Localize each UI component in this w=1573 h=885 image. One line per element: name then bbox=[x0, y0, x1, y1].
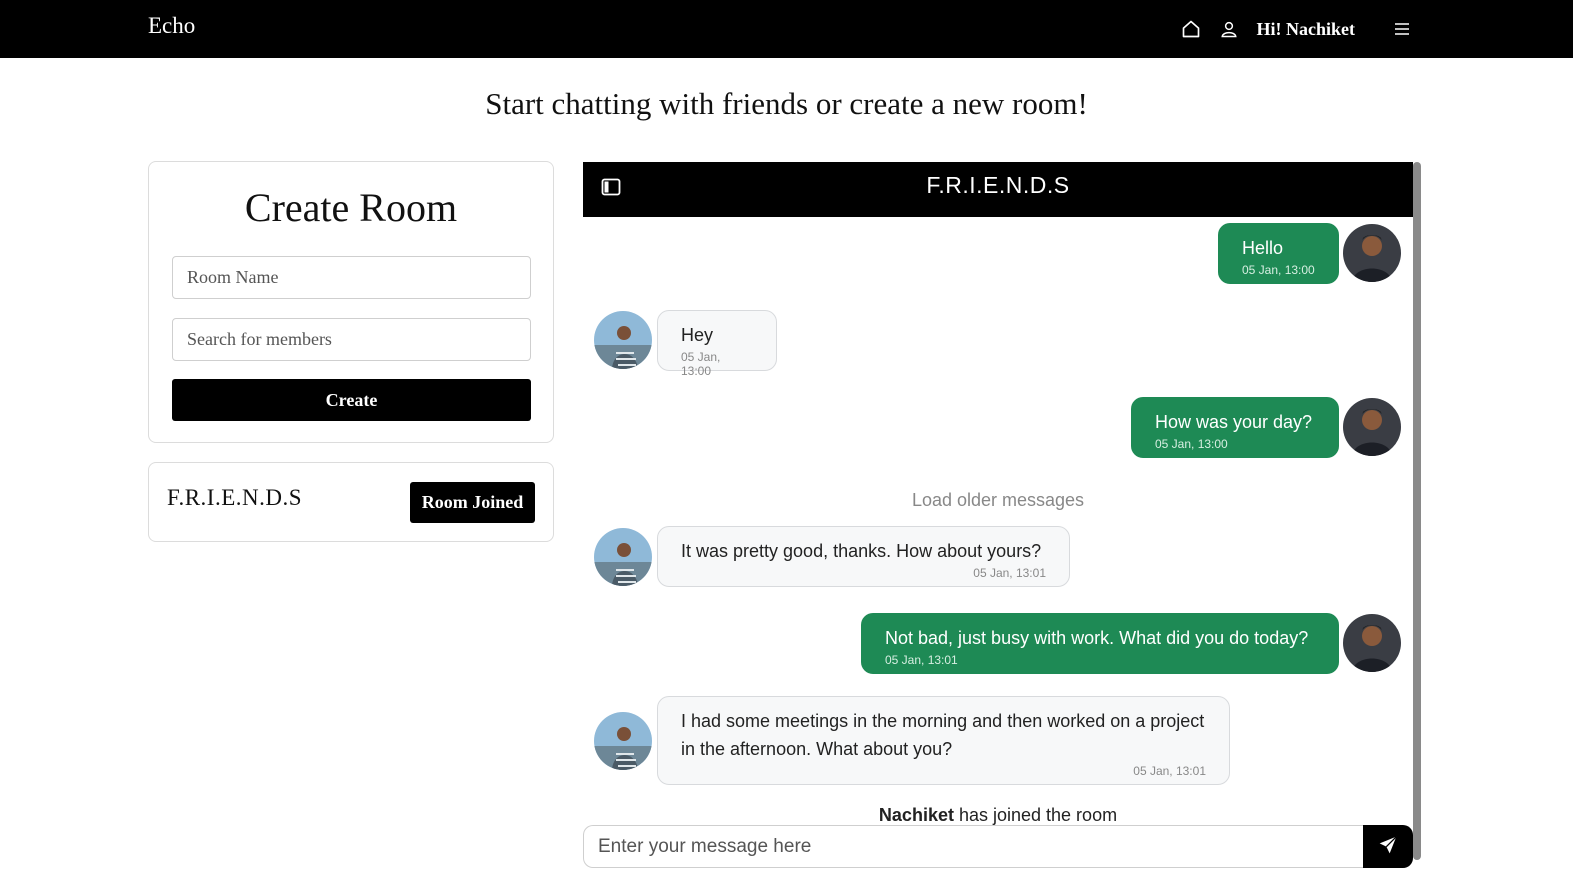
create-room-card: Create Room Create bbox=[148, 161, 554, 443]
message-outgoing: How was your day? 05 Jan, 13:00 bbox=[1131, 397, 1339, 458]
message-input[interactable] bbox=[583, 825, 1368, 868]
hamburger-icon[interactable] bbox=[1391, 18, 1413, 40]
chat-room-title: F.R.I.E.N.D.S bbox=[926, 172, 1070, 198]
brand-logo[interactable]: Echo bbox=[148, 13, 195, 39]
message-text: Hey bbox=[681, 325, 714, 345]
system-text: has joined the room bbox=[953, 805, 1118, 825]
top-navbar: Echo Hi! Nachiket bbox=[0, 0, 1573, 58]
chat-scrollbar[interactable] bbox=[1413, 162, 1421, 860]
avatar-self[interactable] bbox=[1343, 398, 1401, 456]
avatar-friend[interactable] bbox=[594, 712, 652, 770]
message-time: 05 Jan, 13:00 bbox=[681, 350, 721, 378]
message-time: 05 Jan, 13:00 bbox=[1155, 437, 1228, 451]
create-room-button[interactable]: Create bbox=[172, 379, 531, 421]
message-incoming: Hey 05 Jan, 13:00 bbox=[657, 310, 777, 378]
message-incoming: It was pretty good, thanks. How about yo… bbox=[657, 526, 1070, 587]
page-headline: Start chatting with friends or create a … bbox=[485, 86, 1088, 121]
avatar-self[interactable] bbox=[1343, 614, 1401, 672]
message-text: How was your day? bbox=[1155, 412, 1313, 432]
send-button[interactable] bbox=[1363, 825, 1413, 868]
message-text: Not bad, just busy with work. What did y… bbox=[885, 628, 1309, 648]
avatar-friend[interactable] bbox=[594, 528, 652, 586]
message-list[interactable]: Hello 05 Jan, 13:00 Hey 05 Jan, 13:00 Ho… bbox=[583, 217, 1413, 825]
message-time: 05 Jan, 13:01 bbox=[1133, 764, 1206, 778]
message-text: It was pretty good, thanks. How about yo… bbox=[681, 541, 1042, 561]
nav-actions: Hi! Nachiket bbox=[1179, 0, 1414, 58]
message-text: I had some meetings in the morning and t… bbox=[681, 711, 1205, 759]
message-outgoing: Not bad, just busy with work. What did y… bbox=[861, 613, 1339, 674]
avatar-friend[interactable] bbox=[594, 311, 652, 369]
send-icon bbox=[1378, 835, 1398, 858]
message-composer bbox=[583, 825, 1413, 868]
home-icon[interactable] bbox=[1179, 17, 1203, 41]
room-list-item[interactable]: F.R.I.E.N.D.S Room Joined bbox=[148, 462, 554, 542]
avatar-self[interactable] bbox=[1343, 224, 1401, 282]
message-text: Hello bbox=[1242, 238, 1284, 258]
user-icon[interactable] bbox=[1217, 17, 1241, 41]
member-search-input[interactable] bbox=[172, 318, 531, 361]
system-join-notice: Nachiket has joined the room bbox=[583, 805, 1413, 825]
chat-header: F.R.I.E.N.D.S bbox=[583, 162, 1413, 217]
message-time: 05 Jan, 13:01 bbox=[885, 653, 958, 667]
chat-panel: F.R.I.E.N.D.S Hello 05 Jan, 13:00 Hey 05… bbox=[583, 162, 1421, 868]
user-greeting[interactable]: Hi! Nachiket bbox=[1257, 19, 1356, 40]
create-room-title: Create Room bbox=[244, 185, 458, 230]
message-time: 05 Jan, 13:01 bbox=[973, 566, 1046, 580]
message-outgoing: Hello 05 Jan, 13:00 bbox=[1218, 223, 1339, 284]
message-time: 05 Jan, 13:00 bbox=[1242, 263, 1315, 277]
system-user: Nachiket bbox=[878, 805, 954, 825]
message-incoming: I had some meetings in the morning and t… bbox=[657, 696, 1230, 785]
load-older-messages[interactable]: Load older messages bbox=[583, 490, 1413, 511]
room-joined-button[interactable]: Room Joined bbox=[410, 482, 535, 523]
room-name-input[interactable] bbox=[172, 256, 531, 299]
room-name: F.R.I.E.N.D.S bbox=[167, 485, 303, 510]
